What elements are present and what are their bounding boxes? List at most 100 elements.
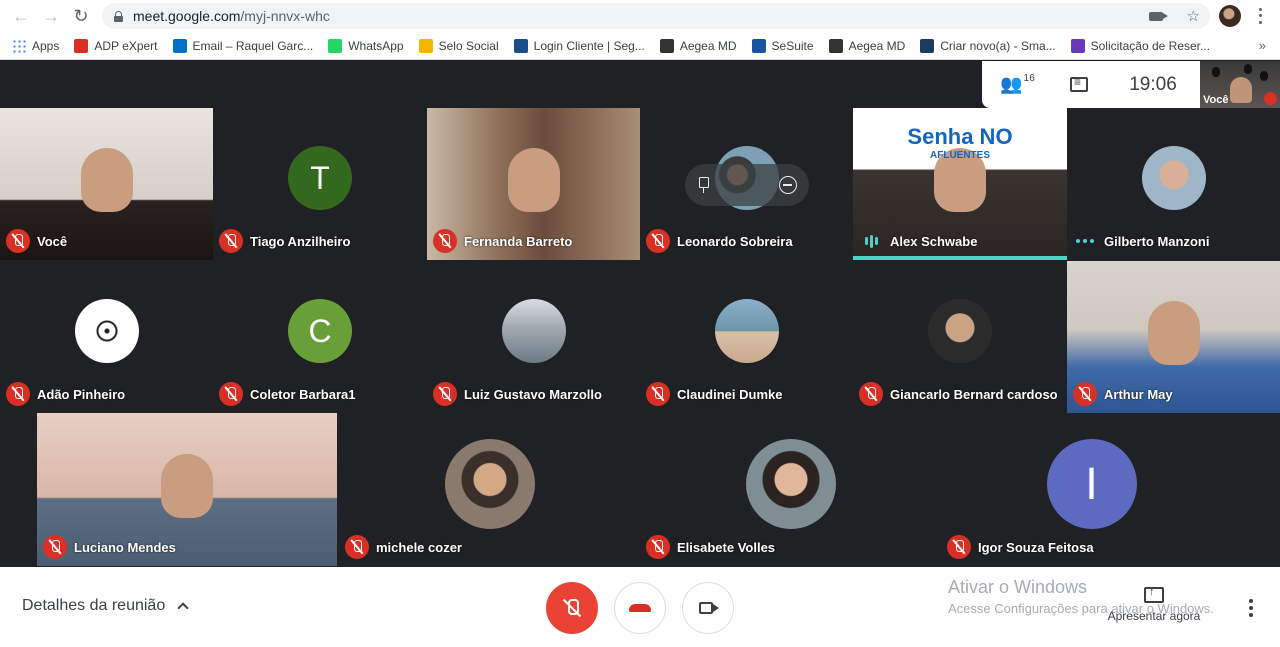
- participant-tile[interactable]: Você: [0, 108, 213, 260]
- check-doc-icon: [920, 38, 935, 53]
- muted-mic-icon: [947, 535, 971, 559]
- participant-tile[interactable]: Claudinei Dumke: [640, 261, 853, 413]
- participant-name: michele cozer: [376, 539, 462, 555]
- participant-photo-avatar: [1141, 146, 1206, 210]
- participant-label: Luciano Mendes: [43, 535, 176, 559]
- participant-label: Giancarlo Bernard cardoso: [859, 382, 1058, 406]
- url-host: meet.google.com: [133, 8, 241, 24]
- profile-avatar[interactable]: [1219, 5, 1241, 27]
- chat-button[interactable]: [1052, 61, 1106, 108]
- meeting-details-button[interactable]: Detalhes da reunião: [22, 597, 189, 615]
- participant-tile[interactable]: Luciano Mendes: [37, 413, 337, 566]
- whatsapp-icon: [328, 38, 343, 53]
- camera-toggle-button[interactable]: [682, 582, 734, 634]
- muted-mic-icon: [219, 229, 243, 253]
- forms-icon: [1070, 38, 1085, 53]
- participant-tile[interactable]: michele cozer: [339, 413, 640, 566]
- microphone-toggle-button[interactable]: [546, 582, 598, 634]
- address-bar[interactable]: meet.google.com/myj-nnvx-whc ☆: [102, 3, 1210, 29]
- initial-avatar: I: [1046, 438, 1137, 529]
- participant-tile[interactable]: Giancarlo Bernard cardoso: [853, 261, 1067, 413]
- participant-name: Leonardo Sobreira: [677, 233, 793, 249]
- hang-up-icon: [629, 604, 651, 612]
- participant-name: Claudinei Dumke: [677, 386, 783, 402]
- muted-mic-icon: [433, 229, 457, 253]
- leave-call-button[interactable]: [614, 582, 666, 634]
- participant-photo-avatar: [74, 299, 139, 363]
- forward-arrow-icon[interactable]: →: [36, 0, 66, 32]
- bookmark-star-icon[interactable]: ☆: [1187, 7, 1200, 25]
- initial-avatar: T: [288, 146, 352, 210]
- muted-mic-icon: [6, 229, 30, 253]
- bookmark-label: Login Cliente | Seg...: [533, 38, 645, 53]
- camera-permission-icon[interactable]: [1148, 11, 1168, 21]
- self-view-thumbnail[interactable]: Você: [1200, 61, 1280, 108]
- bookmark-item[interactable]: Login Cliente | Seg...: [513, 38, 645, 53]
- participant-name: Luiz Gustavo Marzollo: [464, 386, 602, 402]
- participant-label: Elisabete Volles: [646, 535, 775, 559]
- participant-photo-avatar: [928, 299, 992, 363]
- bookmark-item[interactable]: Solicitação de Reser...: [1070, 38, 1211, 53]
- participant-name: Elisabete Volles: [677, 539, 776, 555]
- selo-social-icon: [418, 38, 433, 53]
- browser-menu-icon[interactable]: [1252, 6, 1268, 26]
- participant-tile[interactable]: Adão Pinheiro: [0, 261, 213, 413]
- tile-hover-controls: [685, 164, 809, 206]
- participant-photo-avatar: [745, 438, 836, 529]
- participant-name: Alex Schwabe: [890, 233, 978, 249]
- participant-tile[interactable]: Elisabete Volles: [640, 413, 941, 566]
- participant-photo-avatar: [714, 299, 779, 363]
- participant-tile[interactable]: T Tiago Anzilheiro: [213, 108, 427, 260]
- people-button[interactable]: 👥 16: [982, 61, 1052, 108]
- bookmark-item[interactable]: SeSuite: [751, 38, 814, 53]
- background-banner: Senha NO AFLUENTES: [853, 124, 1067, 161]
- bookmark-label: Apps: [32, 38, 60, 53]
- muted-mic-icon: [646, 382, 670, 406]
- back-arrow-icon[interactable]: ←: [6, 0, 36, 32]
- participant-label: michele cozer: [345, 535, 462, 559]
- participant-tile[interactable]: C Coletor Barbara1: [213, 261, 427, 413]
- initial-avatar: C: [288, 299, 352, 363]
- bookmark-item[interactable]: Apps: [12, 38, 60, 53]
- present-now-button[interactable]: Apresentar agora: [1104, 586, 1204, 623]
- muted-mic-icon: [219, 382, 243, 406]
- bookmark-item[interactable]: WhatsApp: [328, 38, 404, 53]
- bookmark-label: Aegea MD: [679, 38, 737, 53]
- bookmark-label: Solicitação de Reser...: [1090, 38, 1211, 53]
- participant-tile[interactable]: Luiz Gustavo Marzollo: [427, 261, 640, 413]
- self-view-label: Você: [1203, 94, 1229, 106]
- bookmark-item[interactable]: Email – Raquel Garc...: [172, 38, 313, 53]
- participant-photo-avatar: [444, 438, 535, 529]
- participant-tile[interactable]: I Igor Souza Feitosa: [941, 413, 1242, 566]
- participant-name: Igor Souza Feitosa: [978, 539, 1094, 555]
- bookmark-label: Aegea MD: [848, 38, 906, 53]
- participant-label: Leonardo Sobreira: [646, 229, 793, 253]
- participant-tile[interactable]: Fernanda Barreto: [427, 108, 640, 260]
- bookmark-item[interactable]: Selo Social: [418, 38, 499, 53]
- participant-tile[interactable]: Arthur May: [1067, 261, 1280, 413]
- participant-label: Você: [6, 229, 67, 253]
- participant-video: [507, 148, 560, 212]
- lock-icon: [114, 10, 123, 22]
- bookmark-item[interactable]: Criar novo(a) - Sma...: [920, 38, 1056, 53]
- participant-label: Gilberto Manzoni: [1073, 229, 1209, 253]
- present-screen-icon: [1144, 586, 1164, 603]
- participant-name: Tiago Anzilheiro: [250, 233, 351, 249]
- pin-icon[interactable]: [697, 177, 709, 193]
- bookmarks-overflow-icon[interactable]: »: [1259, 38, 1266, 53]
- graduation-cap-icon: [828, 38, 843, 53]
- participant-video: [80, 148, 133, 212]
- participant-video: [1147, 301, 1200, 365]
- participant-tile[interactable]: Senha NO AFLUENTES Alex Schwabe: [853, 108, 1067, 260]
- browser-toolbar: ← → ↻ meet.google.com/myj-nnvx-whc ☆: [0, 0, 1280, 32]
- remove-participant-icon[interactable]: [779, 176, 797, 194]
- bookmark-item[interactable]: Aegea MD: [828, 38, 906, 53]
- bookmark-item[interactable]: Aegea MD: [659, 38, 737, 53]
- more-options-icon[interactable]: [1246, 599, 1256, 617]
- participant-tile[interactable]: Gilberto Manzoni: [1067, 108, 1280, 260]
- reload-icon[interactable]: ↻: [66, 0, 96, 32]
- chevron-up-icon: [177, 602, 189, 614]
- speaking-indicator-icon: [859, 229, 883, 253]
- present-now-label: Apresentar agora: [1107, 609, 1201, 623]
- bookmark-item[interactable]: ADP eXpert: [74, 38, 158, 53]
